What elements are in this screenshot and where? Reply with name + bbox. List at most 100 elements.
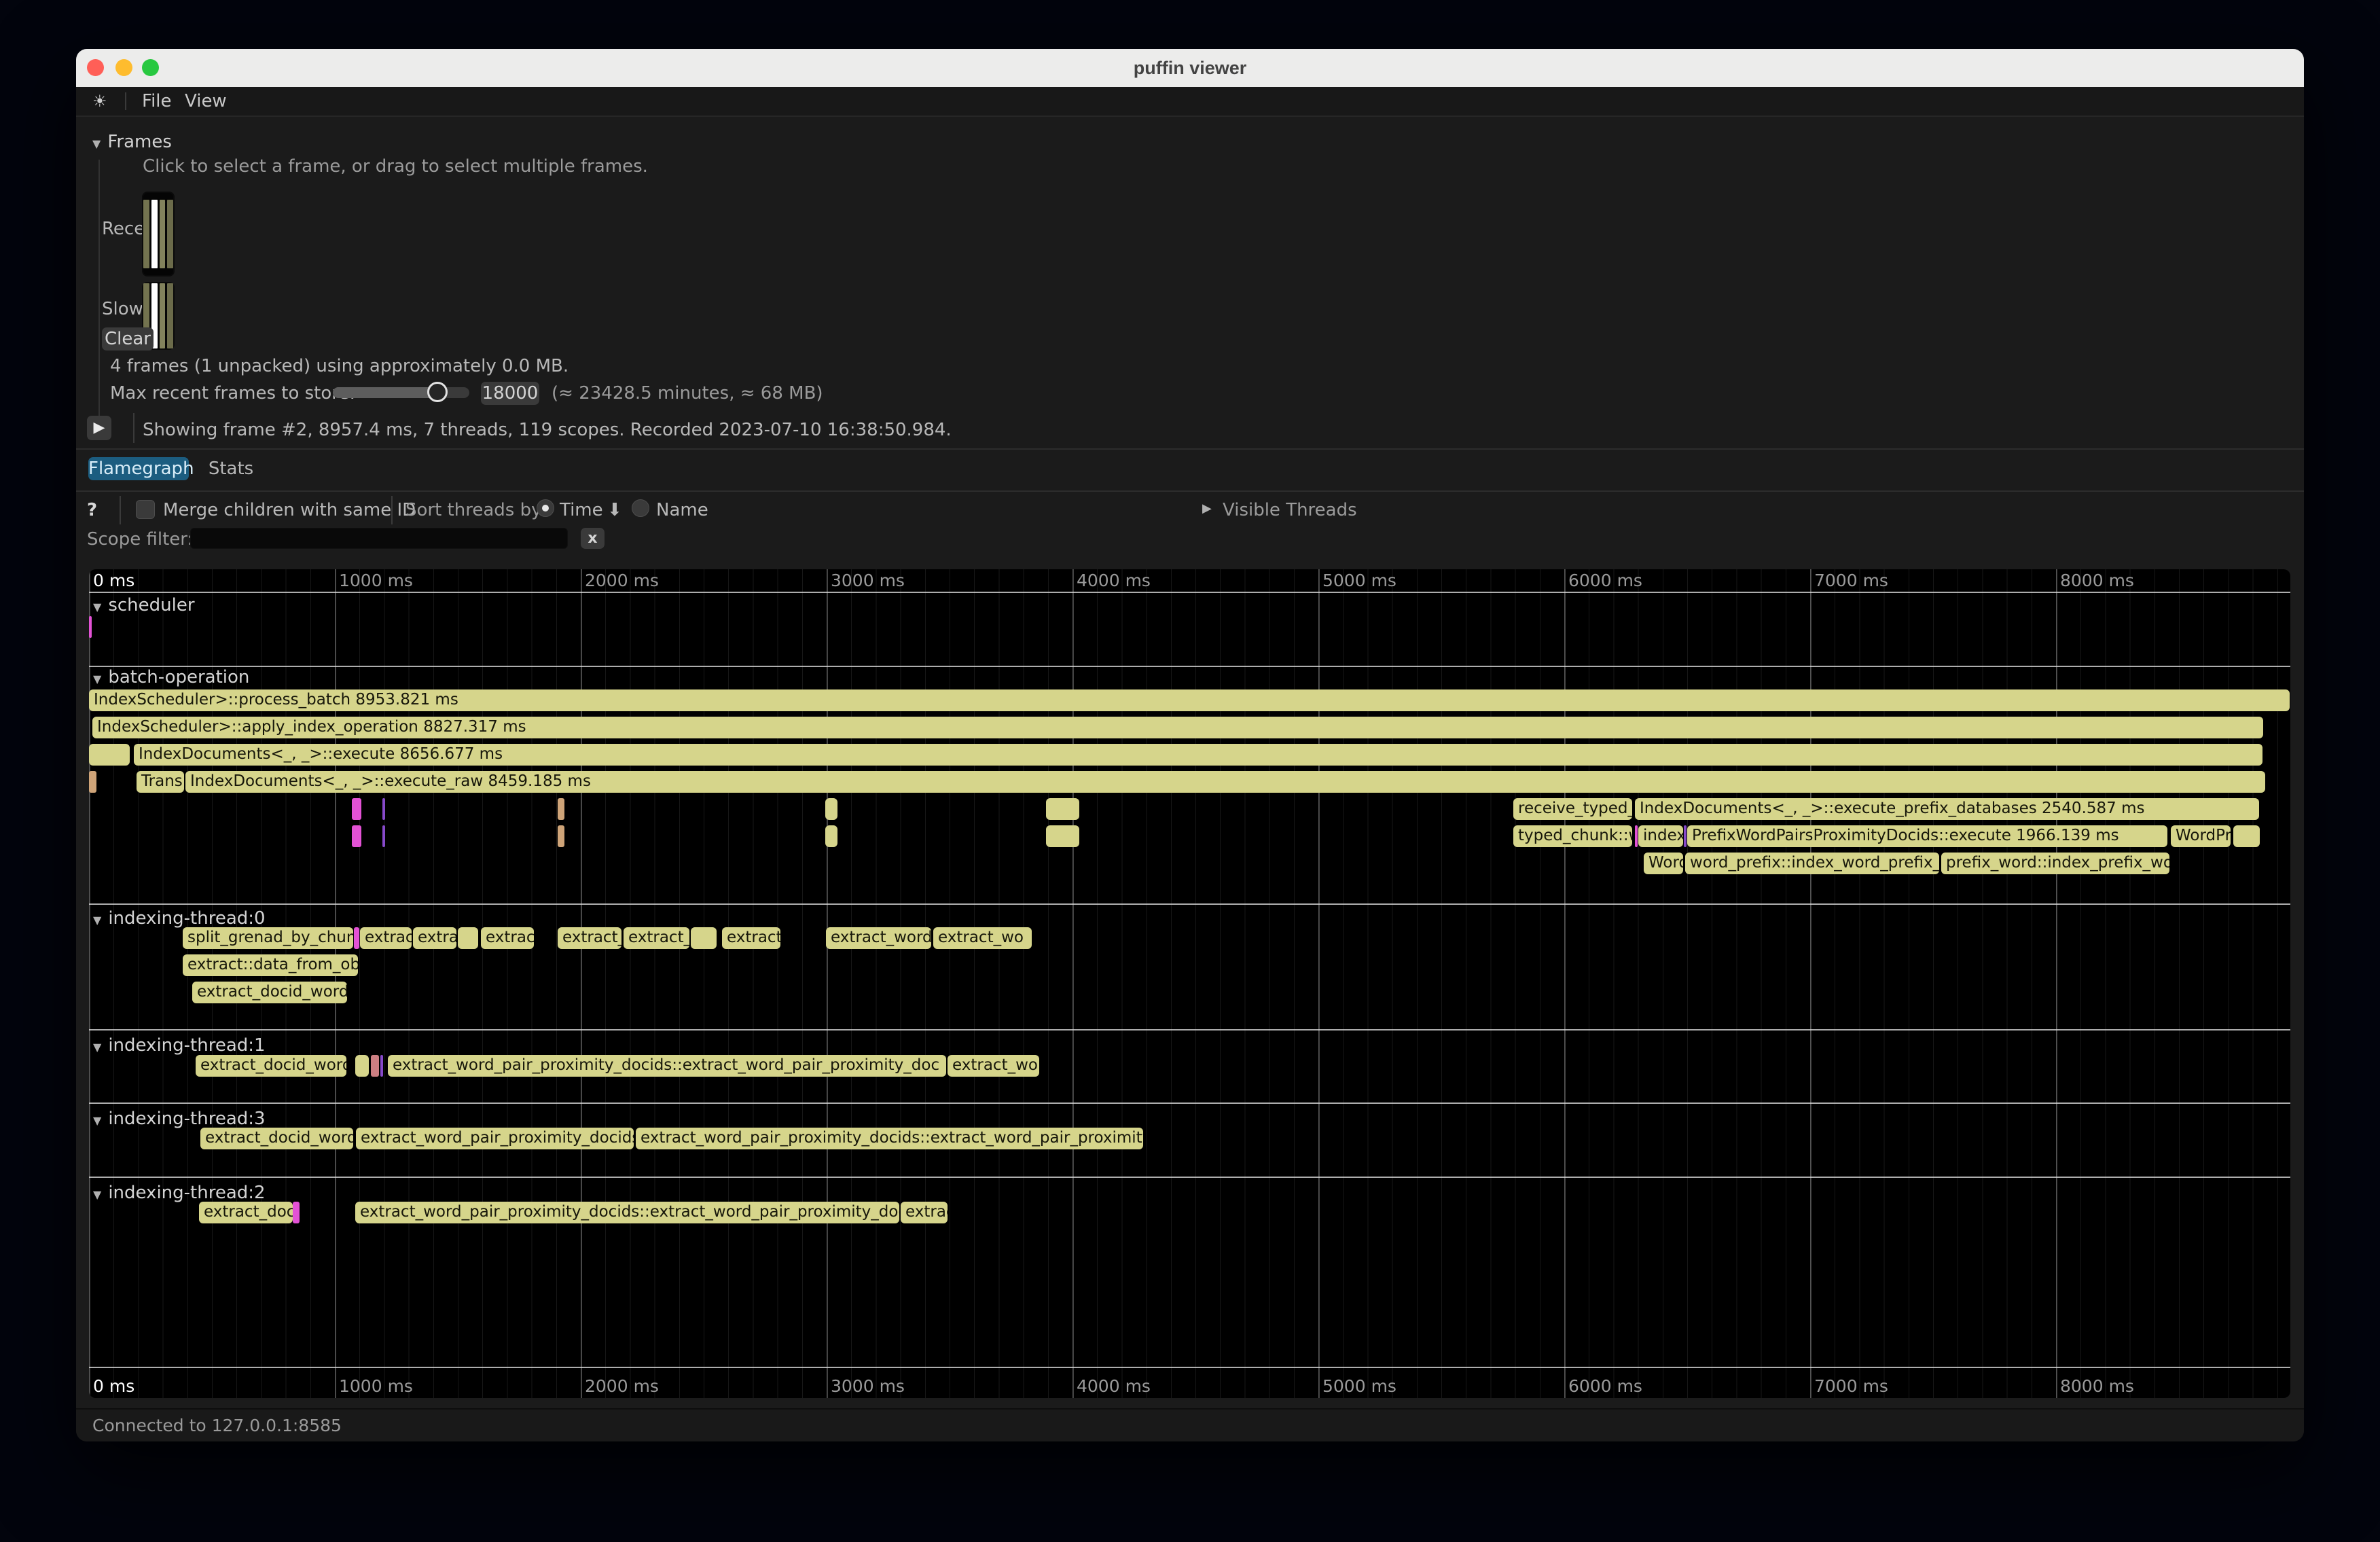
- flame-bar[interactable]: Word: [1644, 853, 1683, 874]
- scope-filter-clear-button[interactable]: x: [581, 528, 605, 549]
- slider-knob[interactable]: [427, 382, 448, 402]
- flame-bar[interactable]: [825, 798, 837, 820]
- flame-bar[interactable]: extract_doc: [199, 1202, 293, 1223]
- frame-thumbnail-bar[interactable]: [160, 200, 166, 268]
- flame-bar[interactable]: IndexDocuments<_, _>::execute 8656.677 m…: [134, 744, 2262, 766]
- flame-bar[interactable]: PrefixWordPairsProximityDocids::execute …: [1687, 825, 2167, 847]
- flame-bar[interactable]: extract_docid_word: [192, 982, 347, 1003]
- frame-thumbnail-bar[interactable]: [151, 200, 158, 268]
- flame-bar[interactable]: [1046, 825, 1079, 847]
- flame-bar[interactable]: [352, 798, 361, 820]
- flame-bar[interactable]: [1046, 798, 1079, 820]
- flame-bar[interactable]: [293, 1202, 300, 1223]
- scope-filter-input[interactable]: [190, 528, 568, 549]
- flame-bar[interactable]: [382, 825, 385, 847]
- frame-thumbnail-bar[interactable]: [167, 200, 173, 268]
- flame-bar[interactable]: [352, 825, 361, 847]
- menu-file[interactable]: File: [142, 87, 172, 115]
- flame-bar[interactable]: extract: [722, 927, 780, 949]
- visible-threads-arrow-icon[interactable]: ▶: [1202, 501, 1212, 516]
- flame-bar[interactable]: prefix_word::index_prefix_wo: [1941, 853, 2169, 874]
- collapse-arrow-icon: ▼: [93, 673, 101, 685]
- flame-bar[interactable]: extract_: [558, 927, 621, 949]
- recent-frames-thumbnail[interactable]: [142, 192, 175, 276]
- menubar-separator: [125, 92, 126, 110]
- flame-bar[interactable]: [1684, 825, 1687, 847]
- flame-bar[interactable]: extract_word_pair_proximity_docids::extr…: [388, 1055, 946, 1077]
- flame-bar[interactable]: [825, 825, 837, 847]
- flame-bar[interactable]: [89, 616, 92, 638]
- flame-bar[interactable]: [354, 927, 359, 949]
- merge-children-checkbox[interactable]: [136, 500, 155, 519]
- section-separator: [89, 1029, 2290, 1030]
- max-frames-slider[interactable]: [333, 387, 469, 398]
- thread-header-indexing-thread:2[interactable]: ▼indexing-thread:2: [93, 1183, 266, 1203]
- flame-bar[interactable]: Trans: [137, 771, 184, 793]
- flame-bar[interactable]: extract_docid_word: [196, 1055, 346, 1077]
- tab-stats[interactable]: Stats: [196, 457, 266, 480]
- flame-bar[interactable]: extract: [360, 927, 412, 949]
- flame-bar[interactable]: [355, 1055, 369, 1077]
- flame-bar[interactable]: [558, 798, 564, 820]
- axis-tick-label: 4000 ms: [1077, 571, 1151, 590]
- flame-bar[interactable]: word_prefix::index_word_prefix_: [1685, 853, 1939, 874]
- thread-header-indexing-thread:1[interactable]: ▼indexing-thread:1: [93, 1035, 266, 1056]
- flame-bar[interactable]: typed_chunk::w: [1513, 825, 1632, 847]
- flame-bar[interactable]: [558, 825, 564, 847]
- max-frames-value[interactable]: 18000: [481, 382, 539, 405]
- flame-bar[interactable]: index: [1638, 825, 1683, 847]
- section-separator: [89, 1367, 2290, 1368]
- flame-bar[interactable]: IndexScheduler>::process_batch 8953.821 …: [89, 689, 2290, 711]
- flame-bar[interactable]: receive_typed_: [1513, 798, 1632, 820]
- flame-bar[interactable]: [380, 1055, 383, 1077]
- thread-header-scheduler[interactable]: ▼scheduler: [93, 595, 195, 615]
- flame-bar[interactable]: split_grenad_by_chun: [183, 927, 353, 949]
- flame-bar[interactable]: IndexDocuments<_, _>::execute_prefix_dat…: [1635, 798, 2259, 820]
- thread-header-batch-operation[interactable]: ▼batch-operation: [93, 667, 249, 687]
- frame-thumbnail-bar[interactable]: [167, 283, 173, 348]
- thread-header-indexing-thread:3[interactable]: ▼indexing-thread:3: [93, 1109, 266, 1129]
- flame-bar[interactable]: extrac: [901, 1202, 948, 1223]
- sort-direction-arrow-icon[interactable]: ⬇: [607, 500, 622, 520]
- menu-view[interactable]: View: [185, 87, 227, 115]
- flame-bar[interactable]: extrac: [481, 927, 534, 949]
- flame-bar[interactable]: extra: [413, 927, 456, 949]
- thread-header-indexing-thread:0[interactable]: ▼indexing-thread:0: [93, 908, 266, 929]
- theme-toggle-icon[interactable]: ☀: [92, 87, 107, 115]
- frames-hint: Click to select a frame, or drag to sele…: [143, 156, 648, 177]
- frame-thumbnail-bar[interactable]: [143, 200, 149, 268]
- frame-thumbnail-bar[interactable]: [160, 283, 166, 348]
- flame-bar[interactable]: extract_wo: [933, 927, 1032, 949]
- tab-flamegraph[interactable]: Flamegraph: [88, 457, 189, 480]
- flame-bar[interactable]: [458, 927, 478, 949]
- flame-bar[interactable]: [691, 927, 717, 949]
- flame-bar[interactable]: [2233, 825, 2260, 847]
- flame-bar[interactable]: [382, 798, 385, 820]
- flame-bar[interactable]: [89, 744, 130, 766]
- flame-bar[interactable]: WordPr: [2171, 825, 2231, 847]
- flame-bar[interactable]: [1635, 825, 1638, 847]
- flame-bar[interactable]: [371, 1055, 379, 1077]
- frames-section-header[interactable]: ▼Frames: [92, 132, 172, 152]
- flame-bar[interactable]: extract_word_pair_proximity_docids::extr…: [636, 1128, 1143, 1149]
- sort-time-radio[interactable]: [537, 499, 554, 517]
- separator: [76, 448, 2304, 450]
- flame-bar[interactable]: extract_: [624, 927, 689, 949]
- titlebar: puffin viewer: [76, 49, 2304, 87]
- flame-bar[interactable]: IndexDocuments<_, _>::execute_raw 8459.1…: [185, 771, 2265, 793]
- flame-bar[interactable]: extract::data_from_ob: [183, 954, 358, 976]
- play-button[interactable]: ▶: [87, 416, 111, 440]
- flame-bar[interactable]: extract_docid_word: [200, 1128, 353, 1149]
- flame-bar[interactable]: extract_word: [826, 927, 931, 949]
- help-button[interactable]: ?: [87, 500, 97, 520]
- flame-bar[interactable]: extract_word_pair_proximity_docids: [356, 1128, 634, 1149]
- flame-bar[interactable]: [89, 771, 96, 793]
- flamegraph-canvas[interactable]: 0 ms0 ms1000 ms1000 ms2000 ms2000 ms3000…: [89, 569, 2290, 1398]
- flame-bar[interactable]: IndexScheduler>::apply_index_operation 8…: [92, 717, 2263, 738]
- sort-name-radio[interactable]: [632, 499, 649, 517]
- clear-button[interactable]: Clear: [102, 327, 154, 351]
- status-bar: Connected to 127.0.0.1:8585: [76, 1408, 2304, 1441]
- flame-bar[interactable]: extract_wo: [948, 1055, 1039, 1077]
- flame-bar[interactable]: extract_word_pair_proximity_docids::extr…: [355, 1202, 899, 1223]
- visible-threads-header[interactable]: Visible Threads: [1223, 500, 1357, 520]
